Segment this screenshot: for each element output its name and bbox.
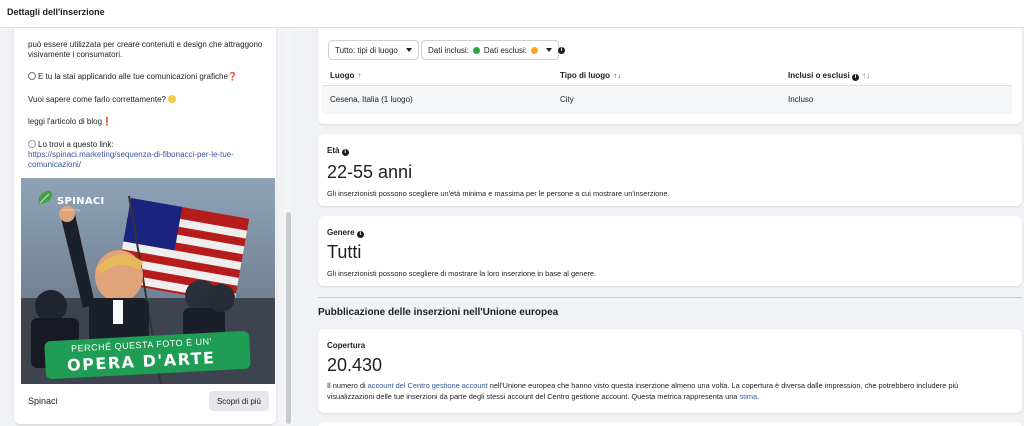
magnifier-emoji-icon	[28, 72, 36, 80]
info-icon[interactable]: i	[558, 47, 565, 54]
gender-value: Tutti	[327, 242, 362, 262]
eu-section-heading: Pubblicazione delle inserzioni nell'Unio…	[318, 307, 559, 318]
coverage-desc-text: Il numero di	[327, 381, 368, 390]
sort-ascending-icon: ↑	[357, 71, 362, 80]
check-icon	[472, 46, 480, 54]
excluded-icon	[531, 46, 539, 54]
link-emoji-icon	[28, 140, 36, 148]
column-header-place[interactable]: Luogo ↑	[330, 71, 361, 80]
ad-body-line: può essere utilizzata per creare contenu…	[28, 40, 263, 49]
table-row: Cesena, Italia (1 luogo) City Incluso	[322, 86, 1012, 114]
location-panel: Tutto: tipi di luogo Dati inclusi: Dati …	[318, 28, 1022, 124]
chevron-down-icon	[546, 48, 553, 52]
question-mark-emoji-icon: ❓	[227, 72, 238, 81]
gender-label: Genere i	[327, 228, 364, 238]
coverage-value: 20.430	[327, 355, 383, 375]
age-value: 22-55 anni	[327, 162, 413, 182]
leaf-logo-icon	[38, 190, 53, 204]
sort-icon: ↑↓	[613, 71, 622, 80]
logo-subtitle: marketing	[62, 207, 80, 212]
ad-url-link[interactable]: https://spinaci.marketing/sequenza-di-fi…	[28, 150, 234, 170]
included-filter-label: Dati inclusi:	[428, 45, 469, 55]
gender-description: Gli inserzionisti possono scegliere di m…	[327, 269, 597, 278]
location-table-header: Luogo ↑ Tipo di luogo ↑↓ Inclusi o esclusi…	[322, 66, 1012, 86]
column-header-included-label: Inclusi o esclusi	[788, 71, 850, 80]
ad-creative-image[interactable]: SPINACI marketing PERCHÉ QUESTA FOTO È U…	[21, 178, 275, 384]
ad-body-text: può essere utilizzata per creare contenu…	[28, 40, 262, 60]
chevron-down-icon	[405, 48, 412, 52]
ad-url-line: comunicazioni/	[28, 160, 81, 169]
coverage-desc-text: .	[757, 392, 760, 401]
age-description: Gli inserzionisti possono scegliere un'e…	[327, 189, 670, 198]
ad-body-line: visivamente i consumatori.	[28, 50, 123, 59]
age-panel: Età i 22-55 anni Gli inserzionisti posso…	[318, 134, 1022, 206]
estimate-link[interactable]: stima	[739, 392, 757, 401]
place-type-filter[interactable]: Tutto: tipi di luogo	[328, 40, 419, 60]
gender-label-text: Genere	[327, 228, 355, 237]
excluded-filter-label: Dati esclusi:	[483, 45, 528, 55]
logo-name: SPINACI	[57, 196, 105, 207]
column-header-included[interactable]: Inclusi o esclusi i ↑↓	[788, 71, 870, 81]
ad-question-text: E tu la stai applicando alle tue comunic…	[38, 72, 228, 81]
column-header-place-label: Luogo	[330, 71, 355, 80]
coverage-desc-text: visualizzazioni delle tue inserzioni da …	[327, 392, 740, 401]
sort-icon: ↑↓	[862, 71, 871, 80]
coverage-panel: Copertura 20.430 Il numero di account de…	[318, 329, 1022, 413]
ad-question-line-2: Vuoi sapere come farlo correttamente?	[28, 95, 178, 105]
info-icon[interactable]: i	[356, 231, 364, 238]
exclamation-emoji-icon: ❗	[102, 117, 112, 126]
info-icon[interactable]: i	[341, 149, 349, 156]
coverage-desc-text: nell'Unione europea che hanno visto ques…	[487, 381, 959, 390]
cell-place: Cesena, Italia (1 luogo)	[330, 95, 413, 104]
page-title: Dettagli dell'inserzione	[7, 7, 105, 17]
info-icon: i	[852, 74, 860, 81]
gender-panel: Genere i Tutti Gli inserzionisti possono…	[318, 216, 1022, 286]
spinaci-logo: SPINACI marketing	[35, 188, 104, 212]
ad-question-text-2: Vuoi sapere come farlo correttamente?	[28, 95, 166, 104]
age-label: Età i	[327, 146, 349, 156]
ad-details-pane: Tutto: tipi di luogo Dati inclusi: Dati …	[318, 28, 1024, 426]
page-header: Dettagli dell'inserzione	[0, 0, 1024, 28]
coverage-label: Copertura	[327, 341, 366, 350]
ad-preview-card: può essere utilizzata per creare contenu…	[14, 28, 276, 424]
accounts-center-link[interactable]: account del Centro gestione account	[368, 381, 488, 390]
scrollbar-thumb[interactable]	[286, 212, 291, 424]
ad-footer: Spinaci Scopri di più	[21, 384, 275, 424]
age-label-text: Età	[327, 146, 340, 155]
section-divider	[318, 297, 1022, 298]
ad-blog-text: leggi l'articolo di blog	[28, 117, 103, 126]
column-header-place-type[interactable]: Tipo di luogo ↑↓	[560, 71, 621, 80]
ad-page-name: Spinaci	[28, 396, 58, 406]
ad-find-text: Lo trovi a questo link:	[38, 140, 114, 149]
coverage-description: Il numero di account del Centro gestione…	[327, 380, 1017, 402]
ad-blog-line: leggi l'articolo di blog❗	[28, 117, 112, 127]
ad-question-line: E tu la stai applicando alle tue comunic…	[28, 72, 238, 82]
data-filter-dropdown[interactable]: Dati inclusi: Dati esclusi:	[421, 40, 560, 60]
thinking-face-emoji-icon	[168, 95, 177, 103]
column-header-place-type-label: Tipo di luogo	[560, 71, 611, 80]
cell-included: Incluso	[788, 95, 814, 104]
learn-more-button[interactable]: Scopri di più	[208, 391, 269, 411]
cell-place-type: City	[560, 95, 574, 104]
place-type-filter-label: Tutto: tipi di luogo	[335, 45, 398, 55]
ad-url-line: https://spinaci.marketing/sequenza-di-fi…	[28, 150, 234, 159]
ad-link-block: Lo trovi a questo link: https://spinaci.…	[28, 140, 234, 170]
next-panel-edge	[318, 422, 1022, 426]
